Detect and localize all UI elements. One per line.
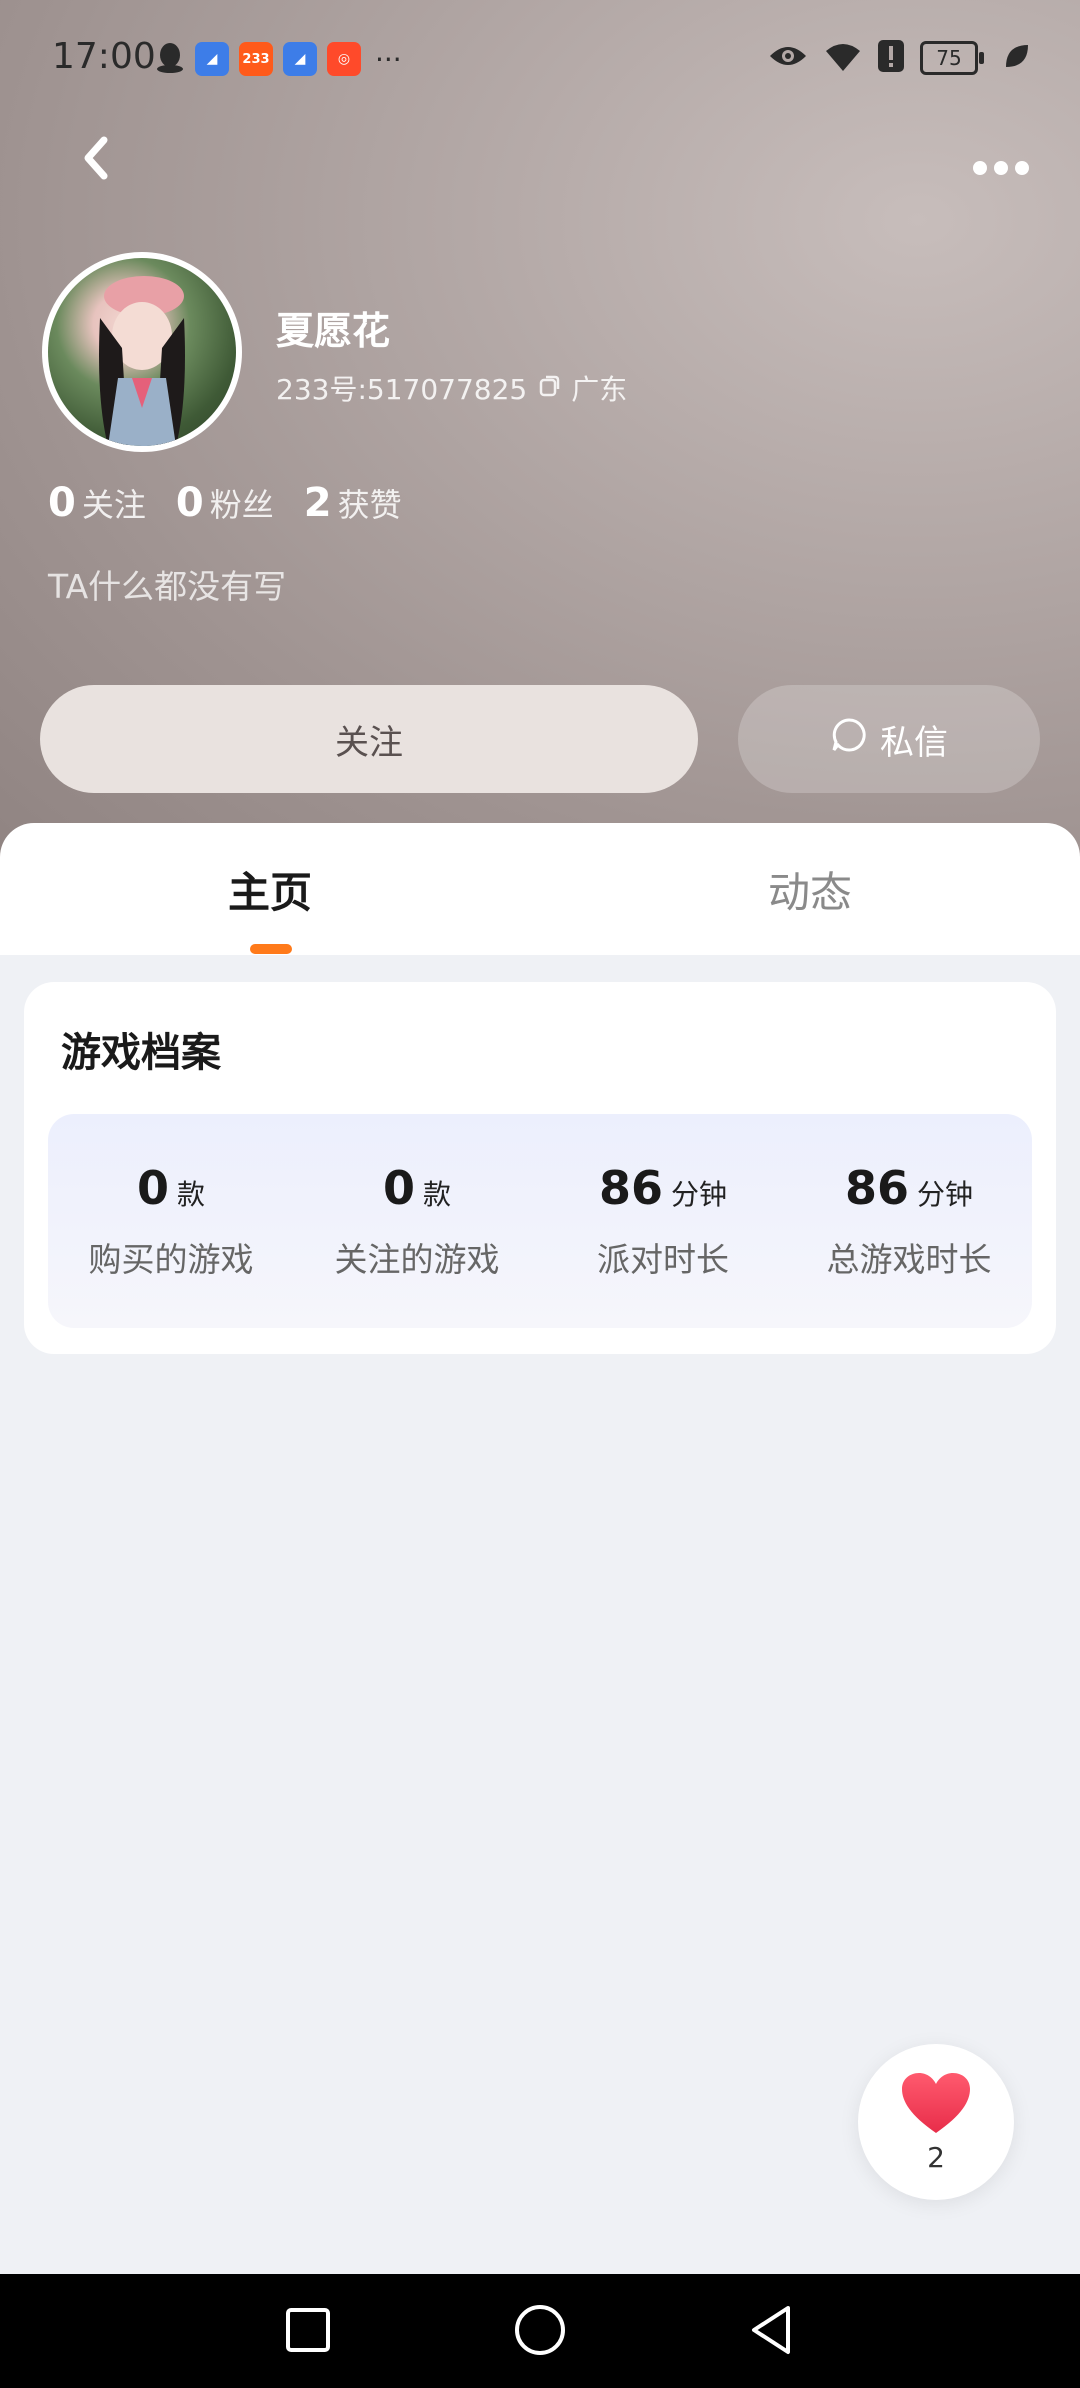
recents-button[interactable]	[278, 2300, 338, 2360]
heart-icon	[900, 2071, 972, 2139]
home-button[interactable]	[510, 2300, 570, 2360]
game-stats-panel: 0款 购买的游戏 0款 关注的游戏 86 分钟 派对时长 86 分钟 总游戏时长	[48, 1114, 1032, 1328]
user-id: 233号:517077825	[276, 373, 528, 406]
back-nav-button[interactable]	[742, 2300, 802, 2360]
following-label: 关注	[81, 486, 146, 524]
active-tab-indicator	[250, 944, 292, 954]
stat-unit: 分钟	[917, 1178, 974, 1211]
chevron-left-icon	[84, 136, 108, 180]
status-bar: 17:00 ◢ 233 ◢ ◎ ··· 75	[0, 0, 1080, 110]
like-button[interactable]: 2	[858, 2044, 1014, 2200]
more-notifications: ···	[375, 42, 402, 76]
more-dots-icon	[973, 161, 1029, 175]
notification-icons: ◢ 233 ◢ ◎ ···	[155, 40, 402, 78]
game-profile-title: 游戏档案	[61, 1030, 221, 1076]
stat-followed-games[interactable]: 0款 关注的游戏	[294, 1114, 540, 1328]
followers-label: 粉丝	[209, 486, 274, 524]
alert-icon	[878, 40, 904, 76]
stat-total-game-time[interactable]: 86 分钟 总游戏时长	[786, 1114, 1032, 1328]
status-time: 17:00	[52, 36, 156, 77]
stat-unit: 款	[177, 1178, 206, 1211]
user-id-row: 233号:517077825 广东	[276, 368, 627, 408]
stat-purchased-games[interactable]: 0款 购买的游戏	[48, 1114, 294, 1328]
stat-value: 86	[844, 1161, 909, 1215]
back-button[interactable]	[68, 128, 128, 188]
browser-icon: ◢	[195, 42, 229, 76]
qq-icon	[155, 40, 185, 78]
user-location: 广东	[571, 373, 628, 406]
tab-home[interactable]: 主页	[150, 823, 390, 955]
system-navigation-bar	[0, 2274, 1080, 2388]
233-app-icon: 233	[239, 42, 273, 76]
following-count: 0	[48, 480, 76, 526]
stat-value: 0	[382, 1161, 415, 1215]
circle-icon	[515, 2305, 565, 2355]
game-profile-card: 游戏档案 0款 购买的游戏 0款 关注的游戏 86 分钟 派对时长 86 分钟 总游…	[24, 982, 1056, 1354]
follow-button[interactable]: 关注	[40, 685, 698, 793]
square-icon	[286, 2308, 330, 2352]
like-count: 2	[927, 2140, 945, 2174]
message-label: 私信	[880, 722, 948, 763]
stat-followers[interactable]: 0 粉丝	[176, 480, 274, 526]
wifi-icon	[824, 41, 862, 75]
eye-icon	[768, 42, 808, 74]
leaf-icon	[1004, 43, 1030, 73]
chat-bubble-icon	[830, 716, 868, 763]
stat-value: 0	[136, 1161, 169, 1215]
stat-label: 派对时长	[597, 1240, 729, 1279]
stat-following[interactable]: 0 关注	[48, 480, 146, 526]
triangle-back-icon	[752, 2306, 790, 2354]
avatar-image	[48, 258, 236, 446]
avatar[interactable]	[42, 252, 242, 452]
browser-icon: ◢	[283, 42, 317, 76]
kuaishou-icon: ◎	[327, 42, 361, 76]
stat-value: 86	[598, 1161, 663, 1215]
stat-likes[interactable]: 2 获赞	[304, 480, 402, 526]
tab-feed[interactable]: 动态	[690, 823, 930, 955]
user-bio: TA什么都没有写	[48, 567, 287, 606]
likes-label: 获赞	[337, 486, 402, 524]
profile-stats: 0 关注 0 粉丝 2 获赞	[48, 480, 402, 526]
stat-unit: 分钟	[671, 1178, 728, 1211]
stat-label: 总游戏时长	[826, 1240, 992, 1279]
stat-party-time[interactable]: 86 分钟 派对时长	[540, 1114, 786, 1328]
more-options-button[interactable]	[972, 140, 1030, 186]
tab-bar: 主页 动态	[0, 823, 1080, 955]
likes-count: 2	[303, 480, 332, 526]
stat-unit: 款	[423, 1178, 452, 1211]
stat-label: 关注的游戏	[334, 1240, 500, 1279]
battery-icon: 75	[920, 41, 984, 75]
stat-label: 购买的游戏	[88, 1240, 254, 1279]
username: 夏愿花	[276, 309, 391, 353]
followers-count: 0	[175, 480, 204, 526]
copy-icon[interactable]	[537, 372, 561, 405]
follow-label: 关注	[335, 722, 403, 763]
message-button[interactable]: 私信	[738, 685, 1040, 793]
